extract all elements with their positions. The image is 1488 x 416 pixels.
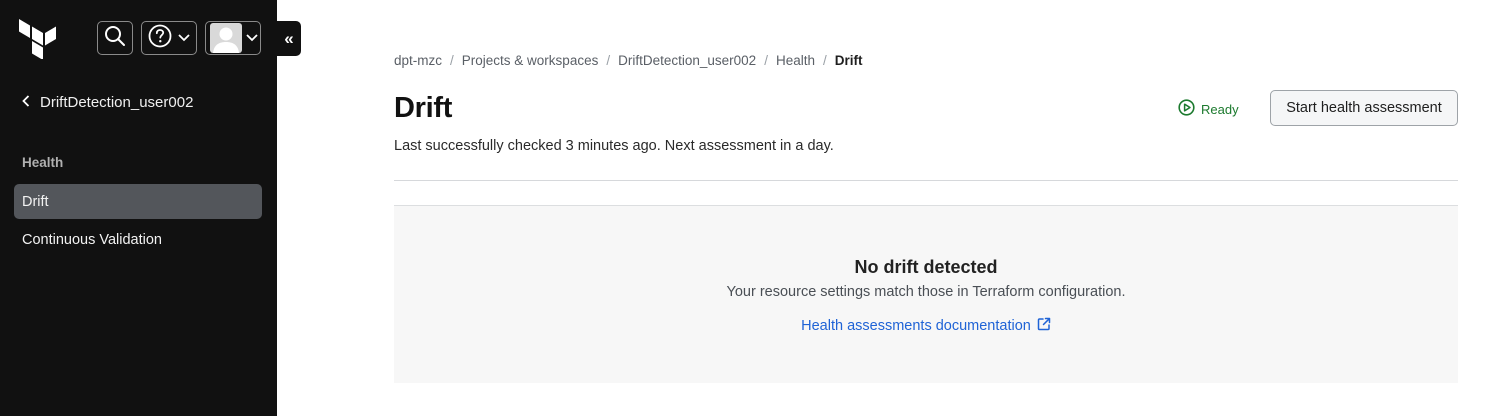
sidebar: DriftDetection_user002 Health Drift Cont… bbox=[0, 0, 277, 416]
page-subtitle: Last successfully checked 3 minutes ago.… bbox=[394, 138, 834, 154]
empty-state-description: Your resource settings match those in Te… bbox=[726, 284, 1126, 300]
status-badge: Ready bbox=[1178, 99, 1239, 119]
breadcrumb-workspace[interactable]: DriftDetection_user002 bbox=[618, 53, 756, 68]
start-health-assessment-button[interactable]: Start health assessment bbox=[1270, 90, 1458, 126]
sidebar-section-health: Health bbox=[22, 155, 64, 170]
terraform-logo[interactable] bbox=[19, 19, 57, 60]
breadcrumb-separator: / bbox=[606, 53, 611, 68]
breadcrumb-org[interactable]: dpt-mzc bbox=[394, 53, 442, 68]
chevron-down-icon bbox=[178, 29, 190, 47]
sidebar-item-label: Continuous Validation bbox=[22, 231, 162, 248]
sidebar-item-label: Drift bbox=[22, 193, 49, 210]
empty-state-title: No drift detected bbox=[854, 257, 998, 277]
avatar bbox=[210, 23, 242, 53]
collapse-sidebar-button[interactable]: « bbox=[277, 21, 301, 56]
breadcrumb-projects[interactable]: Projects & workspaces bbox=[462, 53, 599, 68]
external-link-icon bbox=[1037, 317, 1051, 335]
breadcrumb: dpt-mzc / Projects & workspaces / DriftD… bbox=[394, 53, 863, 68]
search-button[interactable] bbox=[97, 21, 133, 55]
breadcrumb-separator: / bbox=[764, 53, 768, 68]
doc-link-label: Health assessments documentation bbox=[801, 318, 1031, 334]
breadcrumb-separator: / bbox=[450, 53, 454, 68]
health-assessments-docs-link[interactable]: Health assessments documentation bbox=[394, 317, 1458, 335]
help-menu-button[interactable] bbox=[141, 21, 197, 55]
breadcrumb-health[interactable]: Health bbox=[776, 53, 815, 68]
play-circle-icon bbox=[1178, 99, 1195, 119]
status-label: Ready bbox=[1201, 101, 1239, 117]
sidebar-item-continuous-validation[interactable]: Continuous Validation bbox=[14, 222, 262, 257]
back-link-label: DriftDetection_user002 bbox=[40, 94, 194, 111]
empty-state-panel: No drift detected Your resource settings… bbox=[394, 205, 1458, 383]
breadcrumb-current: Drift bbox=[834, 53, 863, 68]
divider bbox=[394, 180, 1458, 181]
chevron-left-icon bbox=[22, 94, 30, 111]
back-to-workspace-link[interactable]: DriftDetection_user002 bbox=[22, 94, 193, 111]
search-icon bbox=[104, 25, 126, 52]
user-menu-button[interactable] bbox=[205, 21, 261, 55]
help-icon bbox=[148, 24, 172, 53]
chevron-down-icon bbox=[246, 29, 258, 47]
breadcrumb-separator: / bbox=[822, 53, 827, 68]
page-title: Drift bbox=[394, 92, 453, 124]
sidebar-item-drift[interactable]: Drift bbox=[14, 184, 262, 219]
